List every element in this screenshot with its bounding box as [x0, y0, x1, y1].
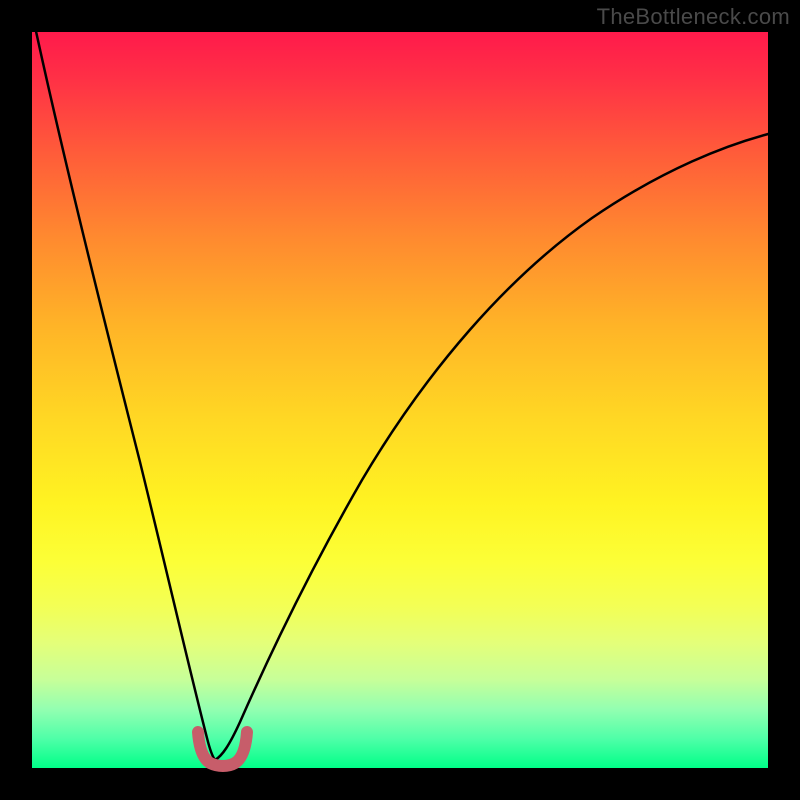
bottleneck-curve-right — [215, 132, 776, 760]
chart-svg — [32, 32, 768, 768]
watermark-text: TheBottleneck.com — [597, 4, 790, 30]
plot-area — [32, 32, 768, 768]
bottleneck-curve-left — [34, 22, 215, 760]
frame: TheBottleneck.com — [0, 0, 800, 800]
minimum-marker — [198, 732, 247, 766]
